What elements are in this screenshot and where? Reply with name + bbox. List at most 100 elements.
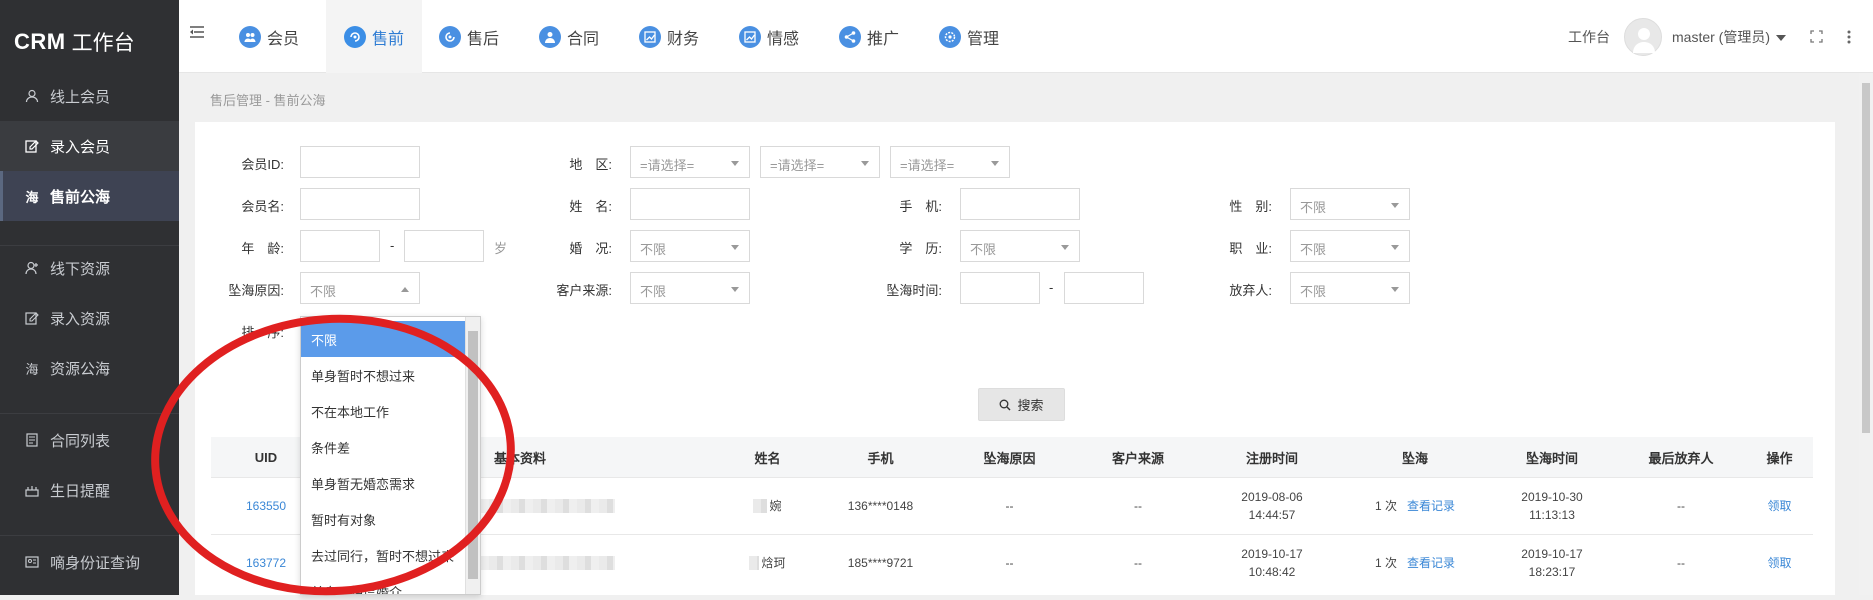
page-scrollbar[interactable] [1859, 73, 1873, 595]
sea-reason-select[interactable]: 不限 [300, 272, 420, 304]
phone-input[interactable] [960, 188, 1080, 220]
chevron-down-icon [731, 161, 739, 166]
blurred-name [749, 556, 760, 570]
page-scrollbar-thumb[interactable] [1862, 83, 1870, 433]
claim-link[interactable]: 领取 [1767, 554, 1791, 572]
finance-icon [638, 25, 661, 48]
tab-label: 会员 [266, 30, 299, 48]
tab-presale[interactable]: 售前 [326, 0, 422, 73]
region-city-select[interactable]: =请选择= [760, 146, 880, 178]
avatar[interactable] [1624, 17, 1662, 56]
marital-label: 婚 况: [569, 241, 612, 256]
surname-input[interactable] [630, 188, 750, 220]
age-max-input[interactable] [404, 230, 484, 262]
sidebar-item-label: 线下资源 [50, 260, 111, 278]
sidebar-item-offline-resources[interactable]: 线下资源 [0, 243, 179, 293]
top-navigation-bar: 会员 售前 售后 合同 财务 情感 推广 管理 工作台 master (管理员) [179, 0, 1873, 73]
search-icon [999, 399, 1011, 411]
uid-link[interactable]: 163772 [246, 554, 286, 572]
view-record-link[interactable]: 查看记录 [1407, 554, 1455, 572]
search-button-label: 搜索 [1017, 398, 1044, 413]
dropdown-option[interactable]: 单身不相信婚介 [301, 573, 466, 595]
tab-aftersale[interactable]: 售后 [429, 0, 509, 73]
customer-source-cell: -- [1134, 556, 1142, 570]
sidebar-item-label: 录入会员 [50, 138, 111, 156]
user-menu[interactable]: master (管理员) [1672, 27, 1786, 47]
region-province-select[interactable]: =请选择= [630, 146, 750, 178]
dropdown-option[interactable]: 去过同行，暂时不想过来 [301, 537, 466, 573]
chevron-down-icon [1391, 287, 1399, 292]
menu-toggle-icon[interactable] [189, 24, 205, 40]
table-header-sea-time[interactable]: 坠海时间 [1488, 437, 1616, 478]
dropdown-option[interactable]: 条件差 [301, 429, 466, 465]
sidebar-item-id-lookup[interactable]: 嘀身份证查询 [0, 537, 179, 587]
chevron-down-icon [1061, 245, 1069, 250]
breadcrumb: 售后管理 - 售前公海 [210, 93, 326, 108]
dropdown-scrollbar[interactable] [465, 317, 480, 594]
customer-source-select[interactable]: 不限 [630, 272, 750, 304]
sidebar-item-contract-list[interactable]: 合同列表 [0, 415, 179, 465]
tab-management[interactable]: 管理 [929, 0, 1009, 73]
dropdown-option[interactable]: 不限 [301, 321, 466, 357]
sidebar-item-online-members[interactable]: 线上会员 [0, 71, 179, 121]
gender-select[interactable]: 不限 [1290, 188, 1410, 220]
blurred-info [467, 499, 615, 513]
chevron-down-icon [1776, 34, 1786, 41]
tab-emotion[interactable]: 情感 [729, 0, 809, 73]
abandoner-select[interactable]: 不限 [1290, 272, 1410, 304]
table-header-sea-reason[interactable]: 坠海原因 [945, 437, 1074, 478]
sea-icon: 海 [25, 361, 39, 377]
sea-time-start-input[interactable] [960, 272, 1040, 304]
table-header-action[interactable]: 操作 [1746, 437, 1813, 478]
user-add-icon [24, 260, 40, 276]
sort-label: 排 序: [241, 325, 284, 340]
dropdown-option[interactable]: 单身暂无婚恋需求 [301, 465, 466, 501]
search-button[interactable]: 搜索 [978, 388, 1065, 421]
age-min-input[interactable] [300, 230, 380, 262]
sea-reason-cell: -- [1005, 499, 1014, 513]
uid-link[interactable]: 163550 [246, 497, 286, 515]
tab-contract[interactable]: 合同 [529, 0, 609, 73]
sidebar-item-presale-sea[interactable]: 海 售前公海 [0, 171, 179, 221]
tab-finance[interactable]: 财务 [629, 0, 709, 73]
sidebar-item-resource-sea[interactable]: 海 资源公海 [0, 343, 179, 393]
brand-text: 工作台 [71, 31, 135, 55]
sidebar-divider [0, 413, 179, 414]
marital-select[interactable]: 不限 [630, 230, 750, 262]
table-header-name[interactable]: 姓名 [719, 437, 816, 478]
table-header-sea[interactable]: 坠海 [1342, 437, 1488, 478]
sea-time-end-input[interactable] [1064, 272, 1144, 304]
customer-source-label: 客户来源: [556, 283, 612, 298]
fullscreen-icon[interactable] [1810, 30, 1823, 43]
more-icon[interactable] [1847, 30, 1851, 44]
dropdown-option[interactable]: 暂时有对象 [301, 501, 466, 537]
education-select[interactable]: 不限 [960, 230, 1080, 262]
table-header-register-time[interactable]: 注册时间 [1202, 437, 1342, 478]
tab-members[interactable]: 会员 [229, 0, 309, 73]
sidebar-item-add-member[interactable]: 录入会员 [0, 121, 179, 171]
table-header-customer-source[interactable]: 客户来源 [1074, 437, 1202, 478]
member-name-input[interactable] [300, 188, 420, 220]
chevron-up-icon [401, 287, 409, 292]
occupation-select[interactable]: 不限 [1290, 230, 1410, 262]
view-record-link[interactable]: 查看记录 [1407, 497, 1455, 515]
table-header-phone[interactable]: 手机 [816, 437, 945, 478]
sidebar-item-birthday-reminder[interactable]: 生日提醒 [0, 465, 179, 515]
region-district-select[interactable]: =请选择= [890, 146, 1010, 178]
claim-link[interactable]: 领取 [1767, 497, 1791, 515]
dropdown-option[interactable]: 单身暂时不想过来 [301, 357, 466, 393]
tab-label: 推广 [866, 30, 899, 48]
blurred-info [467, 556, 615, 570]
sidebar-item-add-resource[interactable]: 录入资源 [0, 293, 179, 343]
member-id-input[interactable] [300, 146, 420, 178]
dropdown-scrollbar-thumb[interactable] [468, 331, 478, 579]
sea-reason-dropdown: 不限 单身暂时不想过来 不在本地工作 条件差 单身暂无婚恋需求 暂时有对象 去过… [300, 316, 481, 595]
tab-label: 合同 [566, 30, 599, 48]
workbench-link[interactable]: 工作台 [1568, 27, 1610, 47]
dropdown-option[interactable]: 不在本地工作 [301, 393, 466, 429]
sea-time-label: 坠海时间: [886, 283, 942, 298]
age-range-dash: - [390, 238, 395, 253]
table-header-last-abandoner[interactable]: 最后放弃人 [1616, 437, 1746, 478]
tab-promotion[interactable]: 推广 [829, 0, 909, 73]
abandoner-cell: -- [1677, 556, 1685, 570]
